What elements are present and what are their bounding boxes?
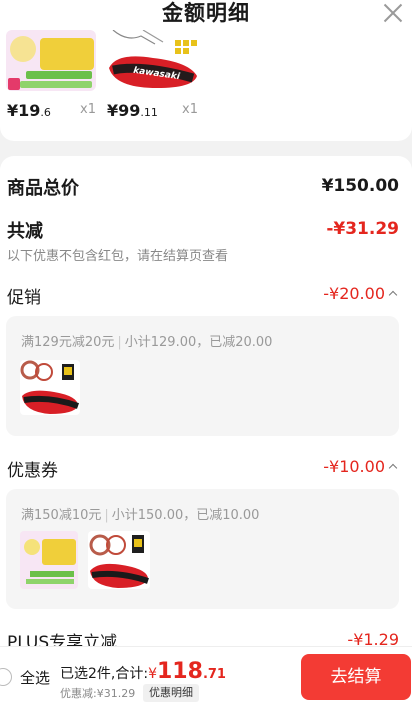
promotion-subtotal: 小计129.00，已减20.00 <box>124 335 273 350</box>
reduce-label: 共减 <box>7 221 43 242</box>
select-all-radio[interactable] <box>0 668 12 686</box>
racket-bag-image <box>89 534 149 588</box>
promotion-rule-line: 满129元减20元 | 小计129.00，已减20.00 <box>21 335 273 350</box>
product-thumbnail-1[interactable] <box>6 30 96 91</box>
coupon-rule-line: 满150减10元 | 小计150.00，已减10.00 <box>21 508 260 523</box>
coupon-product-thumbnail-2[interactable] <box>88 531 150 589</box>
racket-bag-image <box>20 360 80 414</box>
product-qty-2: x1 <box>182 102 198 117</box>
promotion-box: 满129元减20元 | 小计129.00，已减20.00 <box>6 316 399 436</box>
promotion-toggle[interactable]: -¥20.00 <box>323 284 398 303</box>
header: 金额明细 <box>0 0 412 30</box>
chevron-up-icon <box>388 463 398 473</box>
coupon-subtotal: 小计150.00，已减10.00 <box>111 508 260 523</box>
select-all-label[interactable]: 全选 <box>20 667 50 688</box>
total-amount: 118 <box>157 659 203 684</box>
discount-text: 优惠减:¥31.29 <box>60 687 136 700</box>
coupon-box: 满150减10元 | 小计150.00，已减10.00 <box>6 489 399 609</box>
page-title: 金额明细 <box>162 1 250 25</box>
discount-detail-button[interactable]: 优惠明细 <box>143 684 199 702</box>
selected-summary: 已选2件,合计:¥118.71 <box>60 659 226 684</box>
checkout-bar: 全选 已选2件,合计:¥118.71 优惠减:¥31.29 优惠明细 去结算 <box>0 646 412 705</box>
promotion-product-thumbnail[interactable] <box>20 360 80 415</box>
promotion-rule: 满129元减20元 <box>21 335 115 350</box>
total-value: ¥150.00 <box>321 176 399 196</box>
coupon-toggle[interactable]: -¥10.00 <box>323 457 398 476</box>
total-currency: ¥ <box>148 666 157 682</box>
promotion-label: 促销 <box>7 288 41 308</box>
coupon-product-thumbnail-1[interactable] <box>20 531 78 589</box>
total-decimal: .71 <box>202 667 226 682</box>
product-price-2: ¥99.11 <box>107 101 158 120</box>
close-icon[interactable] <box>382 1 404 23</box>
reduce-note: 以下优惠不包含红包，请在结算页查看 <box>7 249 229 264</box>
product-price-1: ¥19.6 <box>7 101 51 120</box>
checkout-button[interactable]: 去结算 <box>301 654 411 700</box>
product-qty-1: x1 <box>80 102 96 117</box>
racket-bag-image <box>109 30 197 88</box>
amount-detail-card: 商品总价 ¥150.00 共减 -¥31.29 以下优惠不包含红包，请在结算页查… <box>0 156 412 705</box>
coupon-label: 优惠券 <box>7 461 58 481</box>
promotion-value: -¥20.00 <box>323 284 385 303</box>
coupon-rule: 满150减10元 <box>21 508 102 523</box>
product-thumbnail-2[interactable]: kawasaki <box>103 30 199 93</box>
selected-count: 已选2件,合计: <box>60 666 149 682</box>
coupon-value: -¥10.00 <box>323 457 385 476</box>
total-label: 商品总价 <box>7 178 79 199</box>
product-list: kawasaki ¥19.6 x1 ¥99.11 x1 <box>0 30 412 141</box>
chevron-up-icon <box>388 290 398 300</box>
reduce-value: -¥31.29 <box>326 219 399 239</box>
